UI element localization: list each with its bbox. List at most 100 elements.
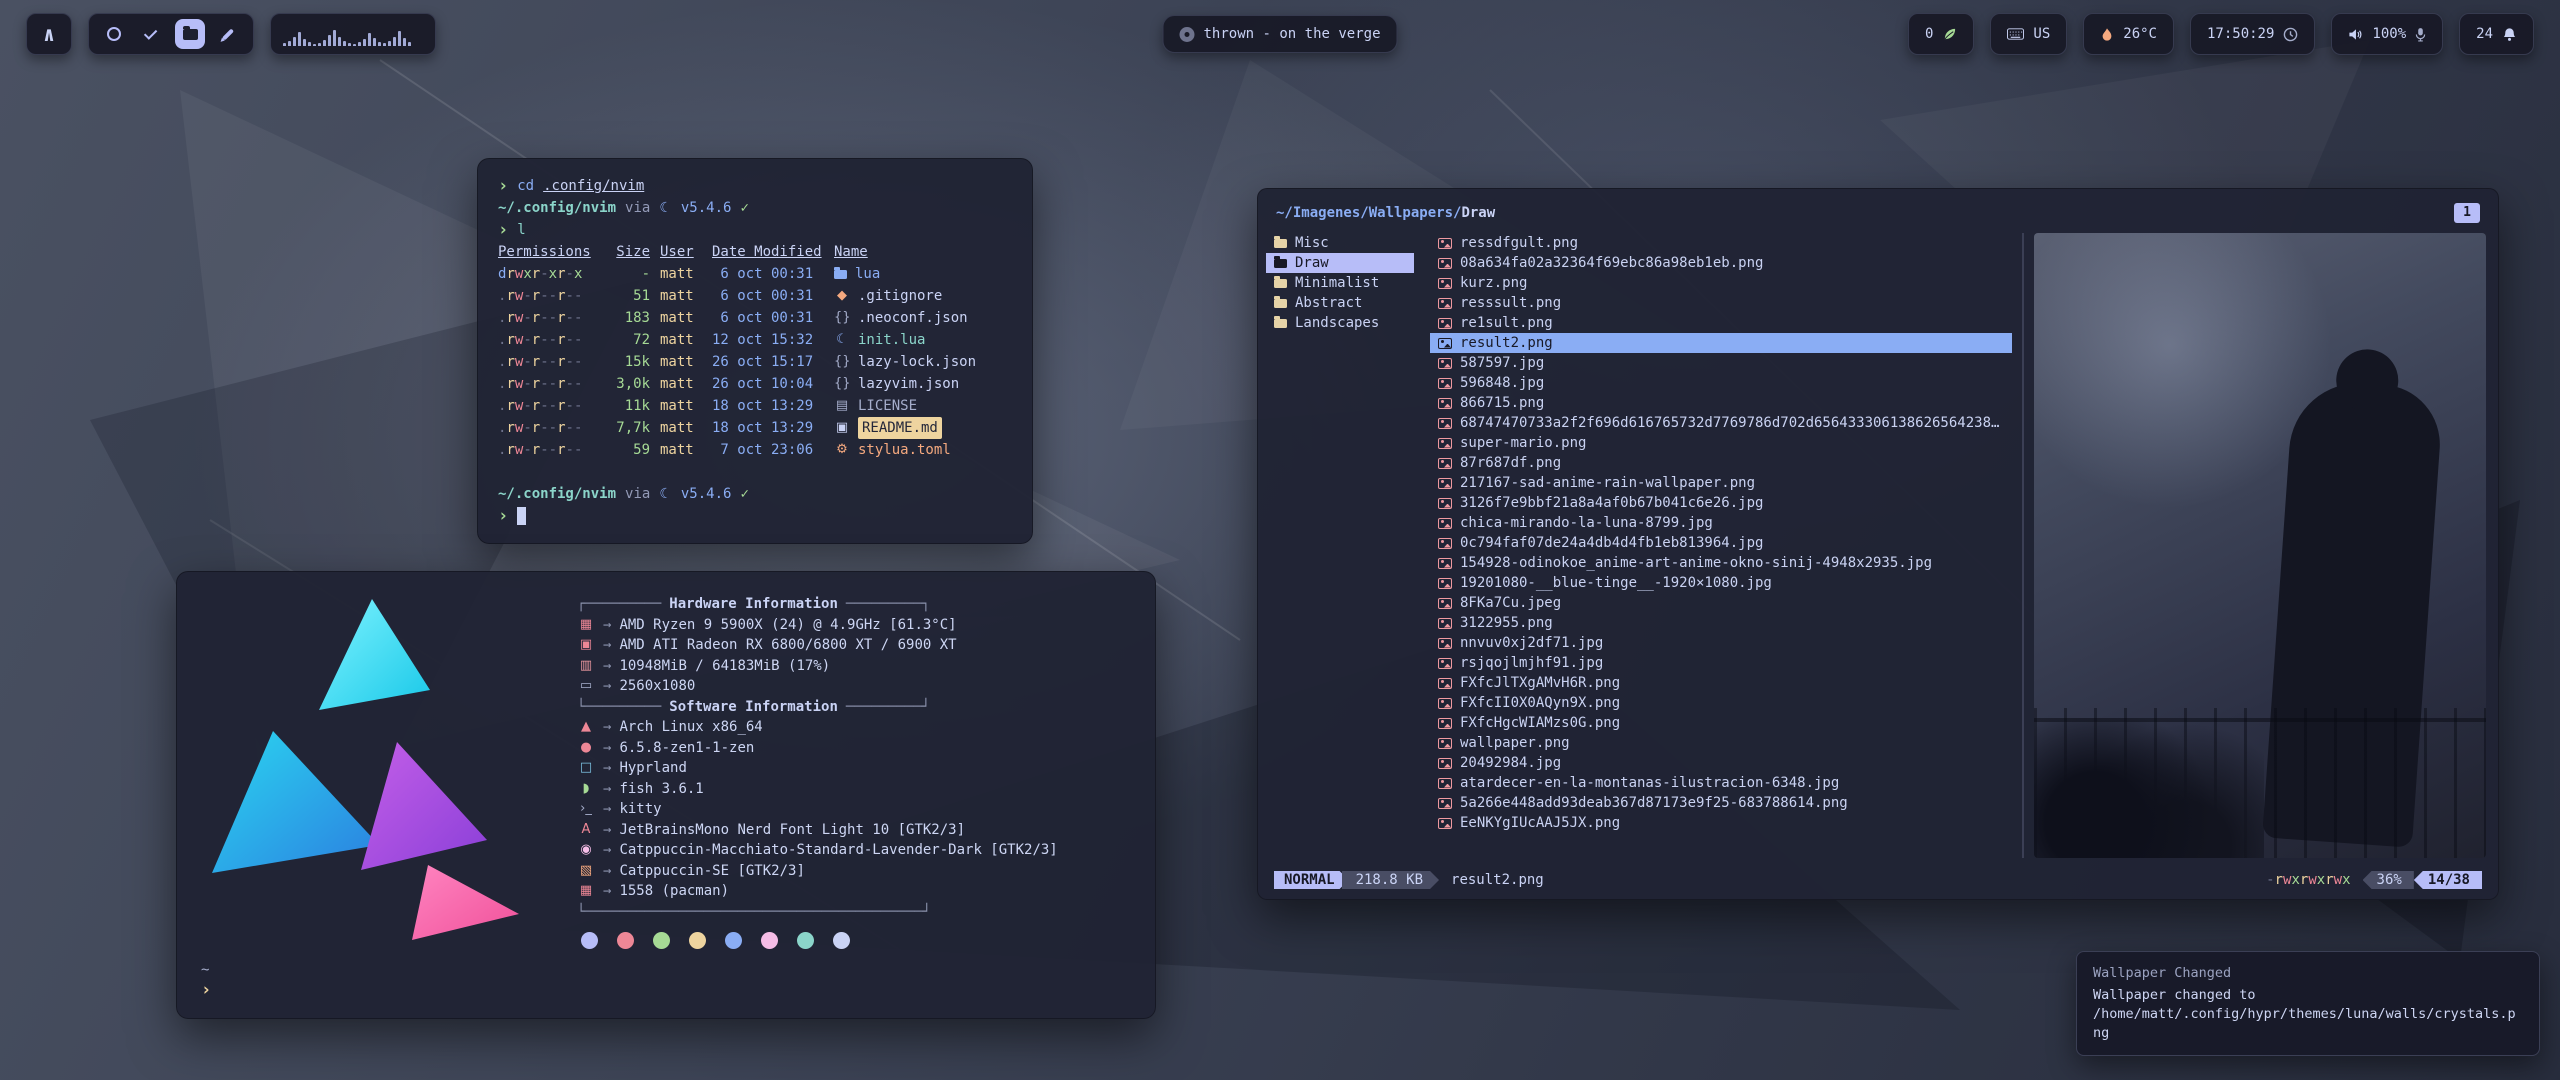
file-size-badge: 218.8 KB [1342,871,1439,889]
image-file-icon [1438,518,1452,529]
image-preview [2034,233,2486,858]
file-list-item[interactable]: 68747470733a2f2f696d616765732d7769786d70… [1430,413,2012,433]
spec-icon: □ [577,758,595,779]
image-file-icon [1438,378,1452,389]
visualizer-bar [303,39,306,46]
shell-prompt[interactable]: ~ › [201,960,1131,1000]
file-list-item[interactable]: FXfcII0X0AQyn9X.png [1430,693,2012,713]
file-list-item[interactable]: 19201080-__blue-tinge__-1920×1080.jpg [1430,573,2012,593]
file-list-item[interactable]: 8FKa7Cu.jpeg [1430,593,2012,613]
file-name: 0c794faf07de24a4db4d4fb1eb813964.jpg [1460,535,1763,551]
file-list-item[interactable]: 154928-odinokoe_anime-art-anime-okno-sin… [1430,553,2012,573]
file-list-item[interactable]: chica-mirando-la-luna-8799.jpg [1430,513,2012,533]
image-file-icon [1438,618,1452,629]
folder-icon [1274,319,1287,328]
tab-indicator[interactable]: 1 [2454,203,2480,223]
image-file-icon [1438,678,1452,689]
temperature-value: 26°C [2123,26,2157,42]
notifications-widget[interactable]: 24 [2459,13,2534,55]
keyboard-layout-widget[interactable]: US [1990,13,2067,55]
status-filename: result2.png [1451,872,1544,888]
folder-item[interactable]: Abstract [1266,293,1414,313]
file-list-item[interactable]: 217167-sad-anime-rain-wallpaper.png [1430,473,2012,493]
file-manager-body: Misc Draw Minimalist Abstract [1258,233,2498,864]
temperature-widget[interactable]: 26°C [2083,13,2174,55]
visualizer-bar [318,43,321,46]
file-list-item[interactable]: super-mario.png [1430,433,2012,453]
image-file-icon [1438,718,1452,729]
file-name: 19201080-__blue-tinge__-1920×1080.jpg [1460,575,1772,591]
workspace-button[interactable] [99,19,129,49]
visualizer-bar [353,44,356,46]
file-owner: matt [660,285,702,307]
folder-item[interactable]: Minimalist [1266,273,1414,293]
spec-line: ▦ → 1558 (pacman) [577,881,1058,902]
file-list-item[interactable]: wallpaper.png [1430,733,2012,753]
file-list-item[interactable]: 3122955.png [1430,613,2012,633]
file-size: - [604,263,650,285]
file-list-item[interactable]: kurz.png [1430,273,2012,293]
file-list-item[interactable]: atardecer-en-la-montanas-ilustracion-634… [1430,773,2012,793]
command-line: › l [498,219,1012,241]
file-list-item[interactable]: re1sult.png [1430,313,2012,333]
folder-item[interactable]: Misc [1266,233,1414,253]
pane-divider [2022,233,2024,858]
spec-value: kitty [619,799,661,820]
file-list-item[interactable]: rsjqojlmjhf91.jpg [1430,653,2012,673]
updates-widget[interactable]: 0 [1908,13,1974,55]
workspace-button[interactable] [175,19,205,49]
file-list-item[interactable]: FXfcHgcWIAMzs0G.png [1430,713,2012,733]
lua-icon: ☾ [659,483,672,505]
file-name: ressdfgult.png [1460,235,1578,251]
ls-row: .rw-r--r-- 11k matt 18 oct 13:29 ▤ LICEN… [498,395,1012,417]
file-name: 87r687df.png [1460,455,1561,471]
file-list-item[interactable]: 5a266e448add93deab367d87173e9f25-6837886… [1430,793,2012,813]
cwd-path: ~/.config/nvim [498,483,616,505]
file-permissions: .rw-r--r-- [498,285,594,307]
file-list-item[interactable]: FXfcJlTXgAMvH6R.png [1430,673,2012,693]
file-owner: matt [660,439,702,461]
prompt-line[interactable]: › [498,505,1012,527]
volume-widget[interactable]: 100% [2331,13,2443,55]
launcher-button[interactable]: ∧ [26,13,72,55]
folder-name: Abstract [1295,295,1362,311]
file-name: FXfcII0X0AQyn9X.png [1460,695,1620,711]
file-list-item[interactable]: ressdfgult.png [1430,233,2012,253]
music-disc-icon [1179,27,1194,42]
file-list-item[interactable]: 0c794faf07de24a4db4d4fb1eb813964.jpg [1430,533,2012,553]
workspace-button[interactable] [137,19,167,49]
folder-icon [1274,279,1287,288]
file-list-item[interactable]: 08a634fa02a32364f69ebc86a98eb1eb.png [1430,253,2012,273]
file-list-item[interactable]: nnvuv0xj2df71.jpg [1430,633,2012,653]
visualizer-bar [408,42,411,46]
visualizer-bar [398,31,401,46]
file-list-item[interactable]: result2.png [1430,333,2012,353]
file-list-item[interactable]: 866715.png [1430,393,2012,413]
file-name: 8FKa7Cu.jpeg [1460,595,1561,611]
folder-item[interactable]: Draw [1266,253,1414,273]
file-list-item[interactable]: 87r687df.png [1430,453,2012,473]
file-list-item[interactable]: EeNKYgIUcAAJ5JX.png [1430,813,2012,833]
folder-item[interactable]: Landscapes [1266,313,1414,333]
clock-widget[interactable]: 17:50:29 [2190,13,2315,55]
file-list-item[interactable]: 596848.jpg [1430,373,2012,393]
file-name: wallpaper.png [1460,735,1570,751]
workspace-icon [144,26,157,39]
file-list-item[interactable]: 20492984.jpg [1430,753,2012,773]
file-name: lazyvim.json [858,373,959,395]
file-type-icon: ▤ [834,395,850,417]
audio-visualizer [270,13,436,55]
workspace-switcher [88,13,254,55]
file-list-item[interactable]: resssult.png [1430,293,2012,313]
file-list-item[interactable]: 587597.jpg [1430,353,2012,373]
music-widget[interactable]: thrown - on the verge [1162,15,1397,53]
spec-icon: ›_ [577,799,595,820]
check-icon: ✓ [740,483,748,505]
spec-line: ◉ → Catppuccin-Macchiato-Standard-Lavend… [577,840,1058,861]
workspace-button[interactable] [213,19,243,49]
file-date: 26 oct 10:04 [712,373,824,395]
file-list-item[interactable]: 3126f7e9bbf21a8a4af0b67b041c6e26.jpg [1430,493,2012,513]
spec-value: 10948MiB / 64183MiB (17%) [619,656,830,677]
notification-popup[interactable]: Wallpaper Changed Wallpaper changed to /… [2076,951,2540,1056]
ls-output: drwxr-xr-x - matt 6 oct 00:31 lua .rw-r-… [498,263,1012,461]
